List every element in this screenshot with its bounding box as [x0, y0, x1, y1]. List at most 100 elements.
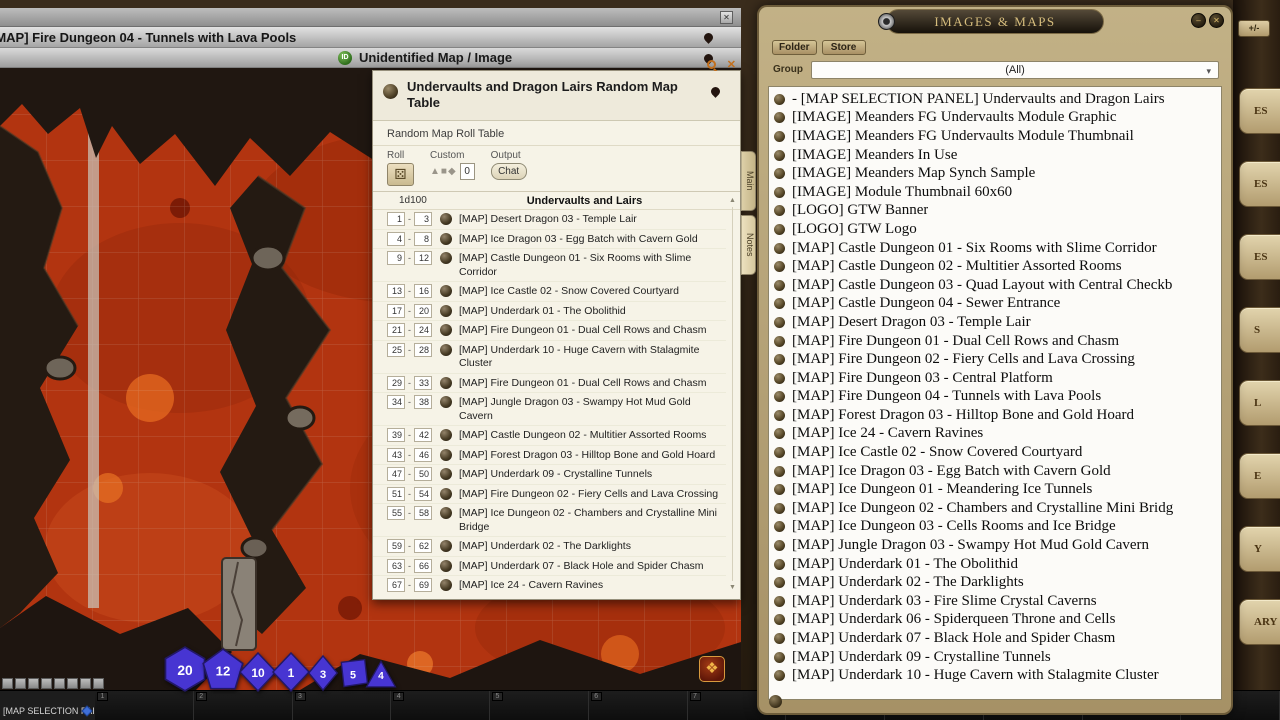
map-window-topstrip[interactable]: ✕	[0, 8, 741, 27]
table-row[interactable]: 21 - 24 [MAP] Fire Dungeon 01 - Dual Cel…	[373, 321, 726, 341]
roll-from[interactable]: 17	[387, 304, 405, 318]
hotkey-slot[interactable]: 6	[589, 691, 688, 720]
roll-result-label[interactable]: [MAP] Forest Dragon 03 - Hilltop Bone an…	[459, 448, 715, 463]
hotkey-slot[interactable]: 4	[391, 691, 490, 720]
roll-result-label[interactable]: [MAP] Jungle Dragon 03 - Swampy Hot Mud …	[459, 395, 722, 423]
roll-to[interactable]: 20	[414, 304, 432, 318]
table-row[interactable]: 1 - 3 [MAP] Desert Dragon 03 - Temple La…	[373, 210, 726, 230]
record-orb-icon[interactable]	[774, 354, 785, 365]
table-row[interactable]: 29 - 33 [MAP] Fire Dungeon 01 - Dual Cel…	[373, 374, 726, 394]
store-button[interactable]: Store	[822, 40, 866, 55]
record-orb-icon[interactable]	[774, 484, 785, 495]
list-item[interactable]: [MAP] Castle Dungeon 01 - Six Rooms with…	[774, 239, 1221, 258]
list-item[interactable]: - [MAP SELECTION PANEL] Undervaults and …	[774, 90, 1221, 109]
roll-from[interactable]: 34	[387, 395, 405, 409]
record-orb-icon[interactable]	[774, 243, 785, 254]
map-link-icon[interactable]	[440, 488, 452, 500]
minimize-icon[interactable]: –	[1191, 13, 1206, 28]
list-item[interactable]: [MAP] Ice 24 - Cavern Ravines	[774, 425, 1221, 444]
sidebar-shortcut-button[interactable]: E	[1239, 453, 1280, 499]
roll-to[interactable]: 50	[414, 467, 432, 481]
list-item[interactable]: [MAP] Underdark 07 - Black Hole and Spid…	[774, 629, 1221, 648]
table-row[interactable]: 4 - 8 [MAP] Ice Dragon 03 - Egg Batch wi…	[373, 230, 726, 250]
group-dropdown[interactable]: (All) ▾	[811, 61, 1219, 79]
list-item[interactable]: [IMAGE] Meanders Map Synch Sample	[774, 164, 1221, 183]
map-toolbar-tile[interactable]	[2, 678, 13, 689]
roll-to[interactable]: 28	[414, 343, 432, 357]
hotkey-slot[interactable]: 5	[490, 691, 589, 720]
roll-to[interactable]: 16	[414, 284, 432, 298]
list-item[interactable]: [MAP] Underdark 09 - Crystalline Tunnels	[774, 648, 1221, 667]
roll-result-label[interactable]: [MAP] Underdark 02 - The Darklights	[459, 539, 631, 554]
roll-result-label[interactable]: [MAP] Underdark 10 - Huge Cavern with St…	[459, 343, 722, 371]
roll-dice-button[interactable]: ⚄	[387, 163, 414, 186]
random-table-window[interactable]: ✕ Undervaults and Dragon Lairs Random Ma…	[372, 70, 741, 600]
record-orb-icon[interactable]	[774, 670, 785, 681]
list-item[interactable]: [LOGO] GTW Banner	[774, 202, 1221, 221]
map-link-icon[interactable]	[440, 305, 452, 317]
roll-from[interactable]: 4	[387, 232, 405, 246]
map-link-icon[interactable]	[440, 324, 452, 336]
roll-result-label[interactable]: [MAP] Underdark 07 - Black Hole and Spid…	[459, 559, 704, 574]
roll-result-label[interactable]: [MAP] Fire Dungeon 01 - Dual Cell Rows a…	[459, 323, 706, 338]
record-orb-icon[interactable]	[774, 428, 785, 439]
roll-from[interactable]: 63	[387, 559, 405, 573]
scroll-down-icon[interactable]: ▼	[727, 584, 738, 591]
map-link-icon[interactable]	[440, 233, 452, 245]
record-orb-icon[interactable]	[774, 652, 785, 663]
roll-to[interactable]: 8	[414, 232, 432, 246]
roll-from[interactable]: 59	[387, 539, 405, 553]
roll-to[interactable]: 54	[414, 487, 432, 501]
roll-to[interactable]: 12	[414, 251, 432, 265]
record-orb-icon[interactable]	[774, 391, 785, 402]
record-orb-icon[interactable]	[774, 410, 785, 421]
record-orb-icon[interactable]	[774, 298, 785, 309]
list-item[interactable]: [MAP] Ice Castle 02 - Snow Covered Court…	[774, 443, 1221, 462]
roll-result-label[interactable]: [MAP] Ice 24 - Cavern Ravines	[459, 578, 603, 593]
table-row[interactable]: 67 - 69 [MAP] Ice 24 - Cavern Ravines	[373, 576, 726, 593]
roll-to[interactable]: 62	[414, 539, 432, 553]
roll-from[interactable]: 9	[387, 251, 405, 265]
record-orb-icon[interactable]	[774, 150, 785, 161]
record-orb-icon[interactable]	[774, 466, 785, 477]
zoom-toggle-button[interactable]: +/-	[1238, 20, 1270, 37]
list-item[interactable]: [MAP] Castle Dungeon 03 - Quad Layout wi…	[774, 276, 1221, 295]
record-orb-icon[interactable]	[774, 280, 785, 291]
map-link-icon[interactable]	[440, 252, 452, 264]
roll-result-label[interactable]: [MAP] Fire Dungeon 02 - Fiery Cells and …	[459, 487, 718, 502]
roll-to[interactable]: 69	[414, 578, 432, 592]
map-link-icon[interactable]	[440, 377, 452, 389]
output-chat-button[interactable]: Chat	[491, 163, 527, 180]
panel-title-plaque[interactable]: IMAGES & MAPS	[886, 9, 1104, 34]
map-link-icon[interactable]	[440, 344, 452, 356]
table-row[interactable]: 59 - 62 [MAP] Underdark 02 - The Darklig…	[373, 537, 726, 557]
map-id-bar[interactable]: ID Unidentified Map / Image	[0, 48, 741, 68]
sidebar-shortcut-button[interactable]: ARY	[1239, 599, 1280, 645]
list-item[interactable]: [MAP] Jungle Dragon 03 - Swampy Hot Mud …	[774, 536, 1221, 555]
list-item[interactable]: [IMAGE] Meanders In Use	[774, 146, 1221, 165]
custom-dice-icons[interactable]: ▲■◆	[430, 166, 457, 177]
roll-from[interactable]: 47	[387, 467, 405, 481]
list-item[interactable]: [MAP] Ice Dungeon 01 - Meandering Ice Tu…	[774, 480, 1221, 499]
roll-from[interactable]: 29	[387, 376, 405, 390]
dice-tray[interactable]: 20 12 10 1 3 5 4	[162, 632, 391, 692]
list-item[interactable]: [MAP] Castle Dungeon 04 - Sewer Entrance	[774, 295, 1221, 314]
list-item[interactable]: [MAP] Forest Dragon 03 - Hilltop Bone an…	[774, 406, 1221, 425]
images-list[interactable]: - [MAP SELECTION PANEL] Undervaults and …	[768, 86, 1222, 700]
record-orb-icon[interactable]	[774, 187, 785, 198]
record-orb-icon[interactable]	[774, 559, 785, 570]
list-item[interactable]: [IMAGE] Meanders FG Undervaults Module G…	[774, 109, 1221, 128]
list-item[interactable]: [MAP] Ice Dungeon 03 - Cells Rooms and I…	[774, 518, 1221, 537]
d4-die[interactable]: 4	[364, 658, 398, 692]
list-item[interactable]: [MAP] Fire Dungeon 02 - Fiery Cells and …	[774, 350, 1221, 369]
roll-to[interactable]: 24	[414, 323, 432, 337]
table-row[interactable]: 51 - 54 [MAP] Fire Dungeon 02 - Fiery Ce…	[373, 485, 726, 505]
list-item[interactable]: [MAP] Fire Dungeon 01 - Dual Cell Rows a…	[774, 332, 1221, 351]
record-orb-icon[interactable]	[774, 336, 785, 347]
radial-menu-icon[interactable]: ❖	[699, 656, 725, 682]
map-toolbar-tile[interactable]	[54, 678, 65, 689]
map-link-icon[interactable]	[440, 507, 452, 519]
list-item[interactable]: [MAP] Ice Dungeon 02 - Chambers and Crys…	[774, 499, 1221, 518]
map-toolbar-tile[interactable]	[93, 678, 104, 689]
map-link-icon[interactable]	[440, 396, 452, 408]
